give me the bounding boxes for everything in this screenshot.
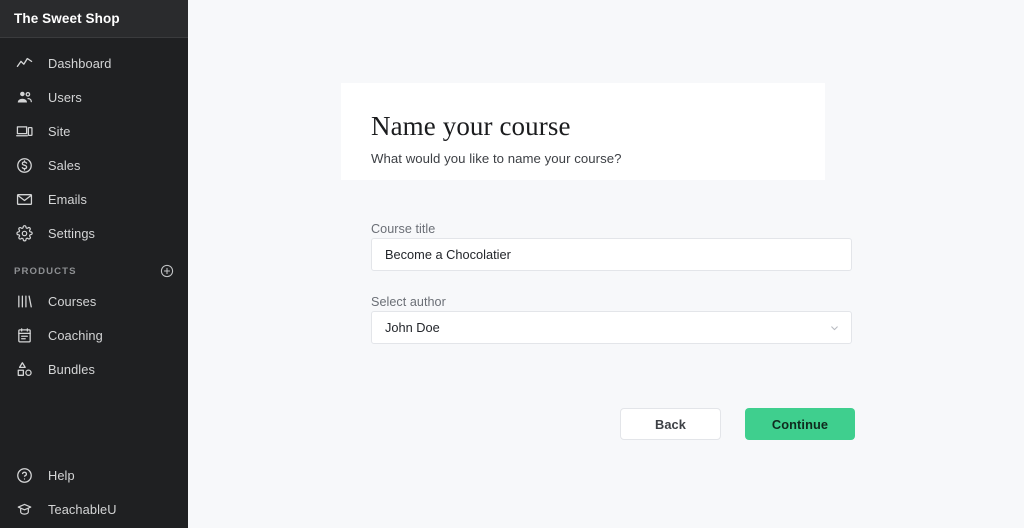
sidebar-item-label: Emails — [48, 191, 87, 207]
envelope-icon — [14, 189, 34, 209]
sidebar-products-nav: Courses Coaching Bundles — [0, 284, 188, 386]
sidebar-bottom-nav: Help TeachableU — [0, 458, 188, 528]
select-author-value: John Doe — [385, 320, 440, 335]
brand-title: The Sweet Shop — [14, 11, 120, 26]
select-author-wrapper: John Doe — [371, 311, 852, 344]
select-author-dropdown[interactable]: John Doe — [371, 311, 852, 344]
sidebar-item-site[interactable]: Site — [0, 114, 188, 148]
sidebar-item-dashboard[interactable]: Dashboard — [0, 46, 188, 80]
select-author-label: Select author — [371, 295, 446, 309]
clipboard-icon — [14, 325, 34, 345]
line-chart-icon — [14, 53, 34, 73]
continue-button[interactable]: Continue — [745, 408, 855, 440]
sidebar-item-emails[interactable]: Emails — [0, 182, 188, 216]
sidebar-item-label: Users — [48, 89, 82, 105]
back-button[interactable]: Back — [620, 408, 721, 440]
sidebar-item-coaching[interactable]: Coaching — [0, 318, 188, 352]
course-title-input[interactable] — [371, 238, 852, 271]
sidebar-item-label: Sales — [48, 157, 81, 173]
sidebar-item-label: Help — [48, 467, 75, 483]
products-section-header: PRODUCTS — [0, 250, 188, 284]
sidebar-item-help[interactable]: Help — [0, 458, 188, 492]
devices-icon — [14, 121, 34, 141]
sidebar-item-label: Courses — [48, 293, 97, 309]
sidebar-item-label: Bundles — [48, 361, 95, 377]
course-form: Course title Select author John Doe — [371, 220, 852, 344]
shapes-icon — [14, 359, 34, 379]
question-circle-icon — [14, 465, 34, 485]
app-root: The Sweet Shop Dashboard Users Site Sale… — [0, 0, 1024, 528]
plus-circle-icon[interactable] — [160, 264, 174, 278]
sidebar-item-settings[interactable]: Settings — [0, 216, 188, 250]
sidebar: The Sweet Shop Dashboard Users Site Sale… — [0, 0, 188, 528]
main-content: Name your course What would you like to … — [188, 0, 1024, 528]
course-title-label: Course title — [371, 222, 436, 236]
sidebar-item-label: Site — [48, 123, 71, 139]
page-title: Name your course — [371, 111, 571, 141]
sidebar-item-label: Dashboard — [48, 55, 112, 71]
page-header-card: Name your course What would you like to … — [341, 83, 825, 180]
dollar-circle-icon — [14, 155, 34, 175]
form-actions: Back Continue — [620, 408, 855, 440]
sidebar-item-label: Settings — [48, 225, 96, 241]
sidebar-item-courses[interactable]: Courses — [0, 284, 188, 318]
sidebar-item-bundles[interactable]: Bundles — [0, 352, 188, 386]
users-icon — [14, 87, 34, 107]
sidebar-item-teachableu[interactable]: TeachableU — [0, 492, 188, 526]
field-spacer — [371, 271, 852, 293]
books-icon — [14, 291, 34, 311]
sidebar-item-sales[interactable]: Sales — [0, 148, 188, 182]
sidebar-item-label: Coaching — [48, 327, 103, 343]
sidebar-item-users[interactable]: Users — [0, 80, 188, 114]
sidebar-item-label: TeachableU — [48, 501, 117, 517]
graduation-cap-icon — [14, 499, 34, 519]
sidebar-header: The Sweet Shop — [0, 0, 188, 38]
sidebar-main-nav: Dashboard Users Site Sales Emails Settin… — [0, 38, 188, 250]
page-subtitle: What would you like to name your course? — [371, 151, 622, 167]
gear-icon — [14, 223, 34, 243]
products-section-title: PRODUCTS — [14, 265, 77, 277]
